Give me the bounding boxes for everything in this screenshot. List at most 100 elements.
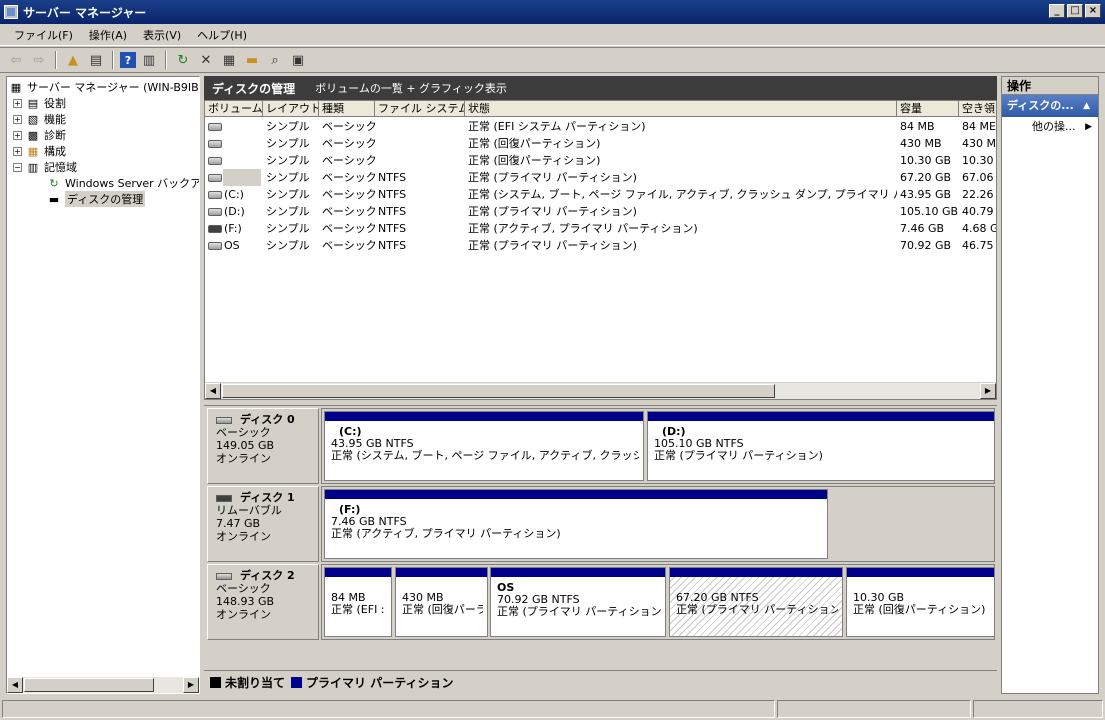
collapse-icon[interactable]: − xyxy=(13,162,22,172)
column-header-free[interactable]: 空き領 xyxy=(959,101,996,117)
partition-line2: 正常 (プライマリ パーティション) xyxy=(676,603,838,616)
toolbar: ⇦ ⇨ ▲ ▤ ? ▥ ↻ ✕ ▦ ▬ ⌕ ▣ xyxy=(0,47,1105,73)
cell-layout: シンプル xyxy=(266,239,310,252)
scroll-thumb[interactable] xyxy=(24,678,154,692)
cell-status: 正常 (回復パーティション) xyxy=(468,154,601,167)
disk-size: 149.05 GB xyxy=(216,439,275,452)
properties-icon[interactable]: ▦ xyxy=(219,50,239,70)
cell-type: ベーシック xyxy=(322,171,375,184)
expand-icon[interactable]: + xyxy=(13,98,22,108)
expand-icon[interactable]: + xyxy=(13,130,22,140)
tree-item-configuration[interactable]: + ▦ 構成 xyxy=(13,143,66,159)
volume-icon xyxy=(208,157,222,165)
partition-line2: 正常 (システム, ブート, ページ ファイル, アクティブ, クラッシュ ダン… xyxy=(331,449,639,462)
table-row[interactable]: シンプル ベーシック 正常 (EFI システム パーティション) 84 MB 84 ME xyxy=(205,118,996,135)
tree-item-windows-backup[interactable]: ↻ Windows Server バックアップ xyxy=(47,175,199,191)
search-icon[interactable]: ⌕ xyxy=(265,50,285,70)
table-row[interactable]: シンプル ベーシック 正常 (回復パーティション) 430 MB 430 M xyxy=(205,135,996,152)
cell-free: 430 M xyxy=(962,137,996,150)
partition[interactable]: 67.20 GB NTFS 正常 (プライマリ パーティション) xyxy=(669,567,843,637)
disk-management-icon: ▬ xyxy=(48,192,60,206)
legend-unallocated: 未割り当て xyxy=(225,676,286,690)
disk-info[interactable]: ディスク 0 ベーシック 149.05 GB オンライン xyxy=(207,408,319,484)
cell-status: 正常 (EFI システム パーティション) xyxy=(468,120,646,133)
partition[interactable]: 84 MB 正常 (EFI : xyxy=(324,567,392,637)
tree-item-features[interactable]: + ▧ 機能 xyxy=(13,111,66,127)
tree-item-label: 診断 xyxy=(44,129,66,142)
actions-item-more[interactable]: 他の操... ▶ xyxy=(1002,117,1098,137)
actions-section-disk-management[interactable]: ディスクの... ▲ xyxy=(1002,95,1098,117)
partition-type-bar xyxy=(648,412,994,421)
cell-capacity: 67.20 GB xyxy=(900,171,952,184)
tree-item-storage[interactable]: − ▥ 記憶域 xyxy=(13,159,77,175)
tree-item-label: ディスクの管理 xyxy=(65,191,146,207)
maximize-button[interactable]: □ xyxy=(1067,4,1083,18)
partition-line2: 正常 (回復パーティション) xyxy=(853,603,986,616)
settings-icon[interactable]: ▣ xyxy=(288,50,308,70)
menu-action[interactable]: 操作(A) xyxy=(81,27,135,43)
expand-icon[interactable]: + xyxy=(13,146,22,156)
table-row[interactable]: (F:) シンプル ベーシック NTFS 正常 (アクティブ, プライマリ パーティショ… xyxy=(205,220,996,237)
refresh-icon[interactable]: ↻ xyxy=(173,50,193,70)
center-pane: ディスクの管理 ボリュームの一覧 + グラフィック表示 ボリューム レイアウト … xyxy=(204,76,997,694)
up-folder-icon[interactable]: ▲ xyxy=(63,50,83,70)
partition-text: OS 70.92 GB NTFS 正常 (プライマリ パーティション) xyxy=(497,582,661,618)
table-row[interactable]: シンプル ベーシック NTFS 正常 (プライマリ パーティション) 67.20 GB 6… xyxy=(205,169,996,186)
back-arrow-icon[interactable]: ⇦ xyxy=(6,50,26,70)
volume-icon xyxy=(208,174,222,182)
navigation-tree: ▦ サーバー マネージャー (WIN-B9IB1I + ▤ 役割 + ▧ 機能 … xyxy=(6,76,200,694)
delete-icon[interactable]: ✕ xyxy=(196,50,216,70)
tree-horizontal-scrollbar[interactable]: ◀ ▶ xyxy=(7,676,199,693)
submenu-arrow-icon: ▶ xyxy=(1085,122,1092,132)
table-row[interactable]: (C:) シンプル ベーシック NTFS 正常 (システム, ブート, ページ ファイル… xyxy=(205,186,996,203)
disk-info[interactable]: ディスク 1 リムーバブル 7.47 GB オンライン xyxy=(207,486,319,562)
menu-file[interactable]: ファイル(F) xyxy=(6,27,81,43)
action-pane-icon[interactable]: ▥ xyxy=(139,50,159,70)
show-hide-tree-icon[interactable]: ▤ xyxy=(86,50,106,70)
table-row[interactable]: (D:) シンプル ベーシック NTFS 正常 (プライマリ パーティション) 105.1… xyxy=(205,203,996,220)
volume-label: (D:) xyxy=(224,205,245,218)
scroll-left-icon[interactable]: ◀ xyxy=(7,677,23,693)
tree-item-roles[interactable]: + ▤ 役割 xyxy=(13,95,66,111)
cell-free: 67.06 ( xyxy=(962,171,996,184)
disk-row: ディスク 2 ベーシック 148.93 GB オンライン 84 MB 正常 (EFI : 4… xyxy=(207,564,995,640)
scroll-thumb[interactable] xyxy=(222,384,775,398)
column-header-status[interactable]: 状態 xyxy=(465,101,897,117)
minimize-button[interactable]: _ xyxy=(1049,4,1065,18)
help-icon[interactable]: ? xyxy=(120,52,136,68)
cell-type: ベーシック xyxy=(322,239,375,252)
close-button[interactable]: × xyxy=(1085,4,1101,18)
volume-list-horizontal-scrollbar[interactable]: ◀ ▶ xyxy=(205,382,996,399)
column-header-type[interactable]: 種類 xyxy=(319,101,375,117)
expand-icon[interactable]: + xyxy=(13,114,22,124)
table-row[interactable]: シンプルベーシック 正常 (回復パーティション) 10.30 GB 10.30 ( xyxy=(205,152,996,169)
column-header-filesystem[interactable]: ファイル システム xyxy=(375,101,465,117)
column-header-volume[interactable]: ボリューム xyxy=(205,101,263,117)
column-header-capacity[interactable]: 容量 xyxy=(897,101,959,117)
actions-header: 操作 xyxy=(1002,77,1098,95)
scroll-right-icon[interactable]: ▶ xyxy=(183,677,199,693)
open-folder-icon[interactable]: ▬ xyxy=(242,50,262,70)
forward-arrow-icon[interactable]: ⇨ xyxy=(29,50,49,70)
tree-item-disk-management[interactable]: ▬ ディスクの管理 xyxy=(47,191,146,207)
partition[interactable]: 10.30 GB 正常 (回復パーティション) xyxy=(846,567,995,637)
partition[interactable]: (C:) 43.95 GB NTFS 正常 (システム, ブート, ページ ファイル… xyxy=(324,411,644,481)
cell-volume xyxy=(205,118,263,135)
tree-root[interactable]: ▦ サーバー マネージャー (WIN-B9IB1I xyxy=(9,79,199,95)
scroll-right-icon[interactable]: ▶ xyxy=(980,383,996,399)
partition-type-bar xyxy=(325,490,827,499)
menu-view[interactable]: 表示(V) xyxy=(135,27,189,43)
partition[interactable]: (F:) 7.46 GB NTFS 正常 (アクティブ, プライマリ パーティション… xyxy=(324,489,828,559)
tree-item-diagnostics[interactable]: + ▩ 診断 xyxy=(13,127,66,143)
cell-layout: シンプル xyxy=(266,120,310,133)
partition[interactable]: (D:) 105.10 GB NTFS 正常 (プライマリ パーティション) xyxy=(647,411,995,481)
partition[interactable]: OS 70.92 GB NTFS 正常 (プライマリ パーティション) xyxy=(490,567,666,637)
partition[interactable]: 430 MB 正常 (回復パーラ xyxy=(395,567,488,637)
tree-item-label: 記憶域 xyxy=(44,161,77,174)
disk-info[interactable]: ディスク 2 ベーシック 148.93 GB オンライン xyxy=(207,564,319,640)
menu-help[interactable]: ヘルプ(H) xyxy=(189,27,255,43)
scroll-left-icon[interactable]: ◀ xyxy=(205,383,221,399)
column-header-layout[interactable]: レイアウト xyxy=(263,101,319,117)
collapse-up-icon[interactable]: ▲ xyxy=(1083,95,1090,117)
table-row[interactable]: OS シンプル ベーシック NTFS 正常 (プライマリ パーティション) 70.92 G… xyxy=(205,237,996,254)
